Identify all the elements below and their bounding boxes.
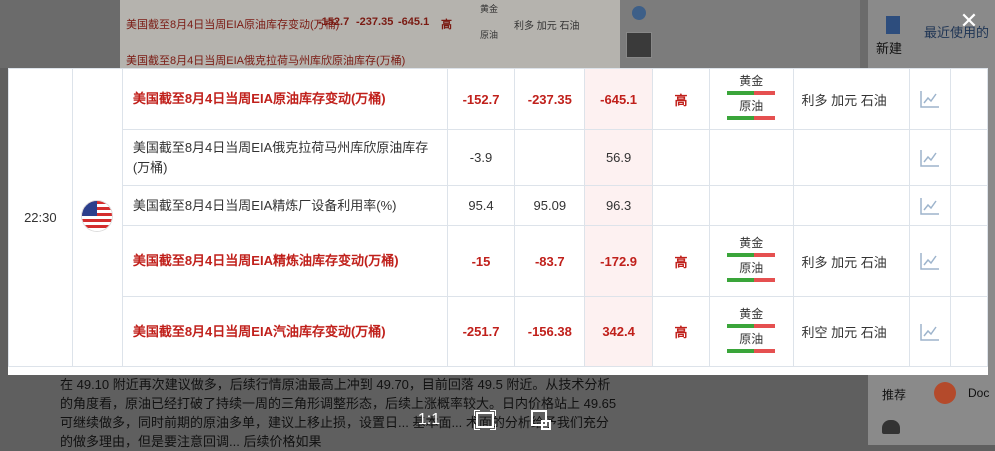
doc-app-icon: [934, 382, 956, 404]
chart-cell: [909, 185, 951, 226]
actual-value: 342.4: [584, 296, 653, 367]
forecast-value: -83.7: [514, 225, 586, 297]
new-doc-icon: [886, 16, 900, 34]
bg-vote-gold: 黄金: [480, 4, 499, 14]
bg-event-text-2: 美国截至8月4日当周EIA俄克拉荷马州库欣原油库存(万桶): [126, 55, 406, 67]
chart-cell: [909, 296, 951, 367]
actual-value: 96.3: [584, 185, 653, 226]
chart-icon[interactable]: [910, 252, 949, 270]
vote-oil-bar[interactable]: [727, 348, 776, 353]
vote-cell: 黄金 原油: [709, 225, 794, 297]
event-name: 美国截至8月4日当周EIA精炼油库存变动(万桶): [121, 225, 448, 297]
effect-text: [792, 129, 911, 186]
previous-value: -3.9: [446, 129, 516, 186]
previous-value: -251.7: [446, 296, 516, 367]
previous-value: 95.4: [446, 185, 516, 226]
effect-text: 利多 加元 石油: [792, 68, 911, 130]
vote-cell: 黄金 原油: [709, 68, 794, 130]
crop-icon[interactable]: [527, 406, 555, 434]
collapse-icon: [632, 6, 646, 20]
bg-previous: -152.7: [318, 16, 350, 28]
event-name: 美国截至8月4日当周EIA汽油库存变动(万桶): [121, 296, 448, 367]
actual-value: 56.9: [584, 129, 653, 186]
vote-gold-label: 黄金: [739, 236, 764, 250]
actual-value: -172.9: [584, 225, 653, 297]
chart-thumb-icon: [626, 32, 652, 58]
forecast-value: -237.35: [514, 68, 586, 130]
forecast-value: -156.38: [514, 296, 586, 367]
bg-actual: -645.1: [398, 16, 430, 28]
event-name: 美国截至8月4日当周EIA俄克拉荷马州库欣原油库存(万桶): [121, 129, 448, 186]
event-name: 美国截至8月4日当周EIA原油库存变动(万桶): [121, 68, 448, 130]
event-name: 美国截至8月4日当周EIA精炼厂设备利用率(%): [121, 185, 448, 226]
effect-text: 利多 加元 石油: [792, 225, 911, 297]
previous-value: -152.7: [446, 68, 516, 130]
image-viewer-panel: 22:30 美国截至8月4日当周EIA原油库存变动(万桶) -152.7 -23…: [8, 68, 989, 375]
fit-screen-icon[interactable]: [471, 406, 499, 434]
actual-size-button[interactable]: 1:1: [415, 406, 443, 434]
chart-cell: [909, 68, 951, 130]
new-label: 新建: [876, 41, 903, 56]
vote-gold-label: 黄金: [739, 306, 764, 321]
viewer-toolbar: 1:1: [415, 405, 555, 435]
bg-importance: 高: [441, 19, 452, 31]
vote-oil-label: 原油: [739, 331, 764, 346]
chart-icon[interactable]: [910, 90, 949, 108]
bg-forecast: -237.35: [356, 16, 394, 28]
effect-text: [792, 185, 911, 226]
importance: 高: [651, 225, 711, 297]
close-viewer-button[interactable]: ✕: [957, 10, 981, 34]
vote-gold-bar[interactable]: [727, 91, 776, 95]
previous-value: -15: [446, 225, 516, 297]
vote-gold-label: 黄金: [739, 74, 764, 88]
vote-gold-bar[interactable]: [727, 323, 776, 328]
chart-icon[interactable]: [910, 197, 949, 215]
importance: 高: [651, 296, 711, 367]
table-row: 美国截至8月4日当周EIA俄克拉荷马州库欣原油库存(万桶) -3.9 56.9: [9, 129, 989, 186]
table-row: 美国截至8月4日当周EIA精炼油库存变动(万桶) -15 -83.7 -172.…: [9, 225, 989, 297]
forecast-value: 95.09: [514, 185, 586, 226]
vote-oil-bar[interactable]: [727, 116, 776, 120]
vote-cell: 黄金 原油: [709, 296, 794, 367]
table-row: 22:30 美国截至8月4日当周EIA原油库存变动(万桶) -152.7 -23…: [8, 68, 989, 367]
time-cell: 22:30: [8, 68, 73, 367]
importance: 高: [651, 68, 711, 130]
doc-label: Doc: [968, 386, 990, 400]
table-row: 美国截至8月4日当周EIA汽油库存变动(万桶) -251.7 -156.38 3…: [9, 296, 989, 367]
chart-icon[interactable]: [910, 149, 949, 167]
flag-cell: [71, 68, 123, 367]
importance: [651, 129, 711, 186]
vote-oil-label: 原油: [739, 99, 764, 113]
chart-cell: [909, 225, 951, 297]
background-side-strip: [620, 0, 860, 68]
chart-cell: [909, 129, 951, 186]
vote-oil-label: 原油: [739, 261, 764, 275]
economic-calendar-table: 22:30 美国截至8月4日当周EIA原油库存变动(万桶) -152.7 -23…: [8, 68, 989, 367]
vote-gold-bar[interactable]: [727, 253, 776, 257]
importance: [651, 185, 711, 226]
actual-value: -645.1: [584, 68, 653, 130]
vote-oil-bar[interactable]: [727, 278, 776, 282]
people-icon: [882, 420, 900, 434]
table-row: 美国截至8月4日当周EIA精炼厂设备利用率(%) 95.4 95.09 96.3: [9, 185, 989, 226]
chart-icon[interactable]: [910, 323, 949, 341]
bg-vote-oil: 原油: [480, 30, 499, 40]
bg-effect: 利多 加元 石油: [514, 21, 580, 32]
bg-event-text: 美国截至8月4日当周EIA原油库存变动(万桶): [126, 19, 340, 31]
forecast-value: [514, 129, 586, 186]
recommend-label: 推荐: [882, 388, 907, 402]
effect-text: 利空 加元 石油: [792, 296, 911, 367]
us-flag-icon: [82, 201, 113, 231]
